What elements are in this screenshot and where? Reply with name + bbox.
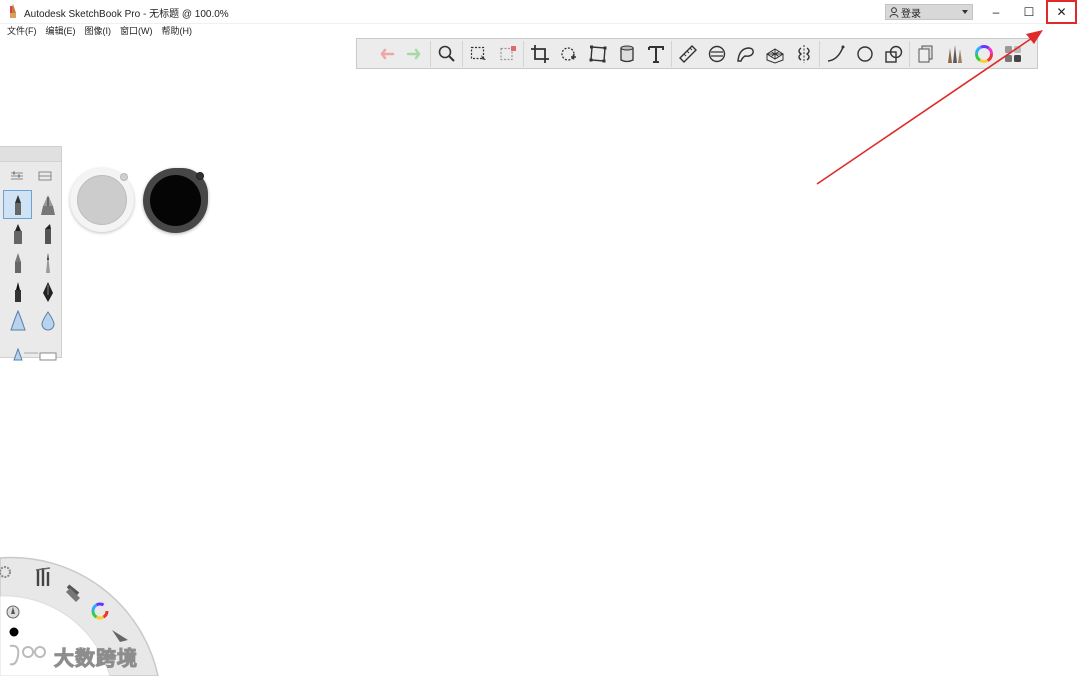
french-curve-button[interactable]: [731, 40, 760, 68]
french-curve-icon: [736, 46, 754, 62]
eraser-brush-icon: [39, 352, 56, 360]
eraser-brush[interactable]: [33, 335, 62, 364]
fill-button[interactable]: [612, 40, 641, 68]
close-button[interactable]: ✕: [1046, 0, 1077, 24]
airbrush-brush[interactable]: [3, 306, 32, 335]
crop-icon: [530, 44, 549, 63]
pencil-brush[interactable]: [3, 190, 32, 219]
ballpoint-brush[interactable]: [3, 248, 32, 277]
text-button[interactable]: [641, 40, 670, 68]
menu-file[interactable]: 文件(F): [7, 24, 37, 37]
zoom-button[interactable]: [432, 40, 461, 68]
brush-size-swatch[interactable]: [6, 605, 20, 619]
marker-brush[interactable]: [3, 219, 32, 248]
watermark: 大数跨境: [6, 641, 138, 671]
select-icon: [470, 46, 486, 60]
brush-library-icon[interactable]: [38, 171, 52, 181]
brush-palette-header: [0, 162, 61, 190]
distort-icon: [560, 46, 576, 61]
sketchbook-logo-icon: [10, 4, 16, 18]
watermark-text: 大数跨境: [54, 647, 138, 670]
toolbar-divider: [671, 40, 672, 67]
perspective-button[interactable]: [583, 40, 612, 68]
triangle-brush[interactable]: [3, 335, 32, 364]
technical-pen-brush[interactable]: [3, 277, 32, 306]
text-icon: [647, 45, 664, 63]
fine-pencil-brush-icon: [45, 252, 50, 273]
ballpoint-brush-icon: [14, 252, 21, 273]
resize-grip-icon[interactable]: [24, 352, 38, 354]
annotation-arrow-icon: [816, 30, 1043, 185]
chisel-marker-brush[interactable]: [33, 219, 62, 248]
toolbar-divider: [523, 40, 524, 67]
menu-bar: 文件(F) 编辑(E) 图像(I) 窗口(W) 帮助(H): [0, 23, 400, 37]
login-dropdown[interactable]: 登录: [885, 4, 973, 20]
crop-button[interactable]: [525, 40, 554, 68]
watermark-logo-icon: [9, 644, 46, 666]
perspective-grid-button[interactable]: [760, 40, 789, 68]
perspective-grid-icon: [765, 47, 784, 64]
fill-icon: [619, 45, 634, 62]
login-label: 登录: [901, 8, 921, 20]
triangle-brush-icon: [12, 347, 23, 360]
menu-help[interactable]: 帮助(H): [162, 24, 193, 37]
ink-pen-brush[interactable]: [33, 190, 62, 219]
pencil-brush-icon: [14, 194, 21, 215]
ruler-button[interactable]: [673, 40, 702, 68]
distort-button[interactable]: [554, 40, 583, 68]
puck-toggle-dot: [120, 173, 128, 181]
fountain-pen-brush[interactable]: [33, 277, 62, 306]
brush-size-preview: [77, 175, 127, 225]
perspective-icon: [589, 45, 606, 62]
brush-size-puck[interactable]: [70, 168, 134, 232]
puck-toggle-dot: [196, 172, 204, 180]
brush-grid: [0, 190, 61, 364]
chevron-down-icon: [962, 10, 968, 14]
redo-button[interactable]: [400, 40, 429, 68]
brush-properties-icon[interactable]: [10, 171, 24, 181]
ink-pen-brush-icon: [40, 194, 55, 215]
toolbar-divider: [430, 40, 431, 67]
toolbar-divider: [462, 40, 463, 67]
menu-edit[interactable]: 编辑(E): [46, 24, 76, 37]
maximize-icon: ☐: [1023, 4, 1035, 19]
fountain-pen-brush-icon: [42, 281, 53, 302]
window-title: Autodesk SketchBook Pro - 无标题 @ 100.0%: [24, 9, 229, 20]
zoom-icon: [438, 45, 455, 62]
user-icon: [889, 6, 899, 18]
minimize-icon: –: [992, 4, 1000, 19]
transform-icon: [499, 45, 516, 60]
redo-icon: [406, 48, 420, 59]
ellipse-guide-button[interactable]: [702, 40, 731, 68]
menu-image[interactable]: 图像(I): [85, 24, 112, 37]
undo-button[interactable]: [371, 40, 400, 68]
ruler-icon: [678, 44, 697, 63]
color-preview: [150, 175, 201, 226]
close-icon: ✕: [1056, 5, 1067, 19]
chisel-marker-brush-icon: [44, 223, 51, 244]
color-opacity-puck[interactable]: [143, 168, 208, 233]
select-button[interactable]: [464, 40, 493, 68]
sketchbook-window: Autodesk SketchBook Pro - 无标题 @ 100.0% 登…: [0, 0, 1080, 676]
menu-window[interactable]: 窗口(W): [120, 24, 153, 37]
water-drop-brush[interactable]: [33, 306, 62, 335]
transform-button[interactable]: [493, 40, 522, 68]
undo-icon: [380, 48, 394, 59]
color-swatch[interactable]: [9, 627, 19, 637]
brush-palette: [0, 146, 62, 360]
water-drop-brush-icon: [40, 310, 55, 330]
marker-brush-icon: [13, 223, 22, 244]
brush-palette-handle[interactable]: [0, 147, 61, 162]
fine-pencil-brush[interactable]: [33, 248, 62, 277]
airbrush-brush-icon: [9, 309, 26, 330]
ellipse-guide-icon: [708, 45, 725, 62]
technical-pen-brush-icon: [14, 281, 21, 302]
